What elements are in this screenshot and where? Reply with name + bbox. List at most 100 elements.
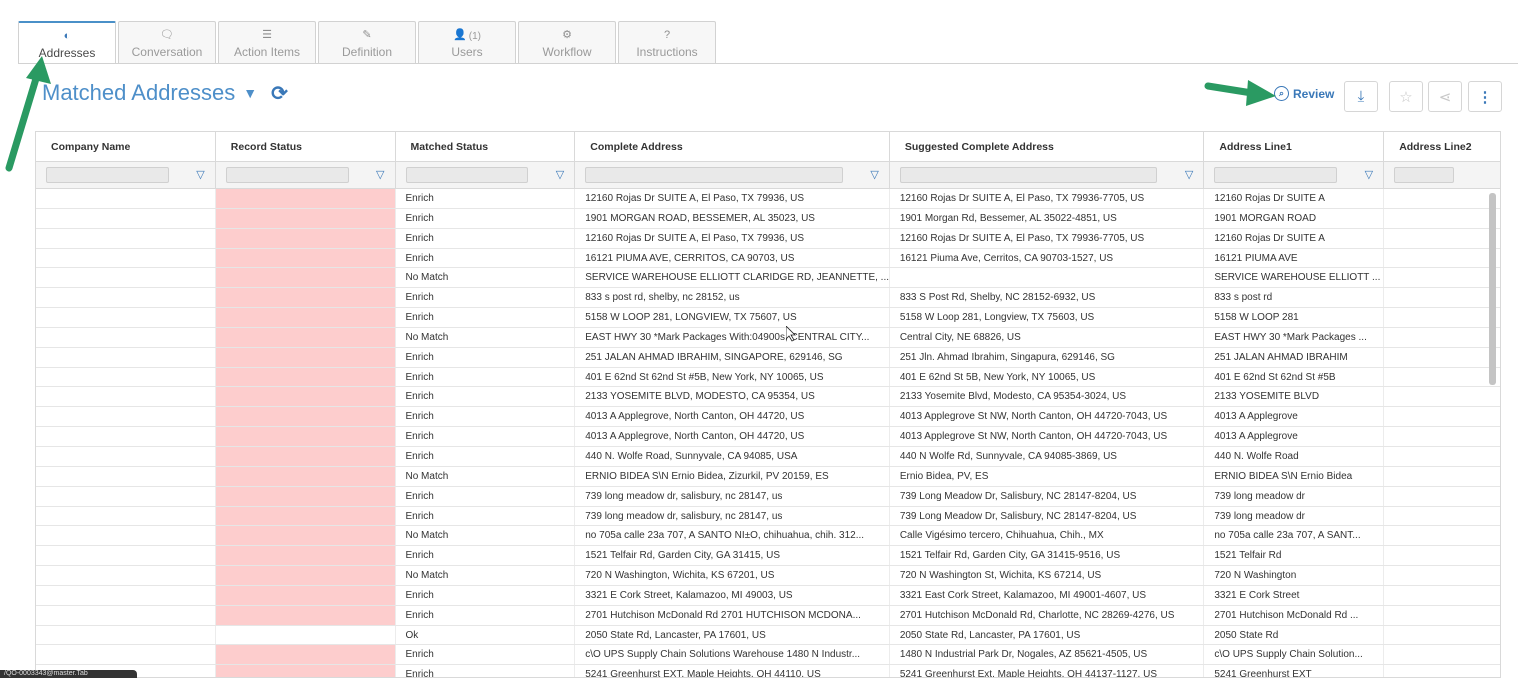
- column-header-address-line2[interactable]: Address Line2: [1384, 132, 1500, 161]
- table-row[interactable]: Enrich 401 E 62nd St 62nd St #5B, New Yor…: [36, 367, 1500, 388]
- cell-complete-address: 3321 E Cork Street, Kalamazoo, MI 49003,…: [575, 585, 890, 605]
- table-row[interactable]: Enrich 251 JALAN AHMAD IBRAHIM, SINGAPORE…: [36, 347, 1500, 368]
- table-row[interactable]: Enrich 1901 MORGAN ROAD, BESSEMER, AL 350…: [36, 208, 1500, 229]
- eye-icon: ◐: [63, 30, 71, 42]
- tab-instructions[interactable]: ? Instructions: [618, 21, 716, 63]
- cell-complete-address: 2050 State Rd, Lancaster, PA 17601, US: [575, 625, 890, 645]
- table-row[interactable]: Enrich 12160 Rojas Dr SUITE A, El Paso, T…: [36, 228, 1500, 249]
- cell-matched-status: Enrich: [396, 645, 576, 665]
- filter-icon[interactable]: ▽: [1185, 168, 1193, 181]
- cell-address-line1: 2701 Hutchison McDonald Rd ...: [1204, 605, 1385, 625]
- share-button[interactable]: ⋖: [1428, 81, 1462, 112]
- table-row[interactable]: Enrich 4013 A Applegrove, North Canton, O…: [36, 407, 1500, 428]
- column-header-complete-address[interactable]: Complete Address: [575, 132, 890, 161]
- table-row[interactable]: Enrich 2701 Hutchison McDonald Rd 2701 HU…: [36, 605, 1500, 626]
- cell-complete-address: 12160 Rojas Dr SUITE A, El Paso, TX 7993…: [575, 189, 890, 208]
- filter-input[interactable]: [899, 167, 1158, 183]
- filter-input[interactable]: [405, 167, 529, 183]
- tab-action-items[interactable]: ☰ Action Items: [218, 21, 316, 63]
- cell-address-line2: [1384, 507, 1500, 526]
- cell-matched-status: Enrich: [396, 288, 576, 308]
- cell-company-name: [36, 407, 216, 427]
- cell-record-status: [215, 308, 396, 327]
- filter-input[interactable]: [225, 167, 349, 183]
- more-options-button[interactable]: ⋮: [1468, 81, 1502, 112]
- table-row[interactable]: No Match no 705a calle 23a 707, A SANTO N…: [36, 526, 1500, 547]
- favorite-button[interactable]: ☆: [1389, 81, 1423, 112]
- column-filter: ▽: [890, 162, 1205, 188]
- table-row[interactable]: Ok 2050 State Rd, Lancaster, PA 17601, US…: [36, 625, 1500, 646]
- cell-company-name: [36, 347, 216, 367]
- column-header-suggested-complete-address[interactable]: Suggested Complete Address: [890, 132, 1205, 161]
- table-row[interactable]: Enrich 5158 W LOOP 281, LONGVIEW, TX 7560…: [36, 308, 1500, 328]
- filter-icon[interactable]: ▽: [870, 168, 878, 181]
- table-row[interactable]: Enrich 5241 Greenhurst EXT, Maple Heights…: [36, 665, 1500, 677]
- table-row[interactable]: Enrich 12160 Rojas Dr SUITE A, El Paso, T…: [36, 189, 1500, 209]
- cell-record-status: [215, 585, 396, 605]
- table-row[interactable]: Enrich 3321 E Cork Street, Kalamazoo, MI …: [36, 585, 1500, 606]
- table-row[interactable]: Enrich 440 N. Wolfe Road, Sunnyvale, CA 9…: [36, 446, 1500, 467]
- cell-matched-status: Enrich: [396, 546, 576, 566]
- review-button[interactable]: ⌕ Review: [1274, 86, 1334, 101]
- table-row[interactable]: Enrich 833 s post rd, shelby, nc 28152, u…: [36, 288, 1500, 309]
- cell-matched-status: Enrich: [396, 347, 576, 367]
- cell-matched-status: Enrich: [396, 367, 576, 387]
- cell-suggested-address: 2701 Hutchison McDonald Rd, Charlotte, N…: [890, 605, 1205, 625]
- cell-complete-address: SERVICE WAREHOUSE ELLIOTT CLARIDGE RD, J…: [575, 268, 890, 288]
- cell-company-name: [36, 208, 216, 228]
- cell-company-name: [36, 605, 216, 625]
- cell-address-line1: 720 N Washington: [1204, 566, 1385, 585]
- tab-users[interactable]: 👤 (1) Users: [418, 21, 516, 63]
- table-row[interactable]: Enrich 739 long meadow dr, salisbury, nc …: [36, 486, 1500, 507]
- cell-matched-status: Enrich: [396, 228, 576, 248]
- table-row[interactable]: Enrich 1521 Telfair Rd, Garden City, GA 3…: [36, 546, 1500, 567]
- tab-icon-group: 👤 (1): [453, 30, 481, 42]
- cell-suggested-address: [890, 268, 1205, 288]
- cell-matched-status: Enrich: [396, 407, 576, 427]
- cell-complete-address: 833 s post rd, shelby, nc 28152, us: [575, 288, 890, 308]
- grid-scrollbar[interactable]: [1489, 193, 1496, 385]
- cell-suggested-address: 16121 Piuma Ave, Cerritos, CA 90703-1527…: [890, 248, 1205, 268]
- green-arrow-annotation-right: [1204, 80, 1276, 106]
- filter-input[interactable]: [1214, 167, 1338, 183]
- column-header-address-line1[interactable]: Address Line1: [1204, 132, 1385, 161]
- filter-input[interactable]: [1394, 167, 1454, 183]
- filter-icon[interactable]: ▽: [376, 168, 384, 181]
- table-row[interactable]: Enrich 2133 YOSEMITE BLVD, MODESTO, CA 95…: [36, 387, 1500, 408]
- tab-conversation[interactable]: 🗨 Conversation: [118, 21, 216, 63]
- table-row[interactable]: Enrich 4013 A Applegrove, North Canton, O…: [36, 427, 1500, 447]
- table-row[interactable]: No Match EAST HWY 30 *Mark Packages With:…: [36, 327, 1500, 348]
- filter-icon[interactable]: ▽: [1365, 168, 1373, 181]
- column-header-matched-status[interactable]: Matched Status: [396, 132, 576, 161]
- filter-icon[interactable]: ▽: [196, 168, 204, 181]
- filter-input[interactable]: [46, 167, 169, 183]
- table-row[interactable]: No Match 720 N Washington, Wichita, KS 67…: [36, 566, 1500, 586]
- chevron-down-icon[interactable]: ▼: [243, 85, 257, 101]
- table-row[interactable]: Enrich 739 long meadow dr, salisbury, nc …: [36, 506, 1500, 527]
- cell-suggested-address: 720 N Washington St, Wichita, KS 67214, …: [890, 566, 1205, 585]
- cell-address-line1: 1901 MORGAN ROAD: [1204, 208, 1385, 228]
- page-title-dropdown[interactable]: Matched Addresses ▼ ⟳: [42, 80, 288, 106]
- refresh-icon[interactable]: ⟳: [271, 81, 288, 106]
- filter-input[interactable]: [585, 167, 843, 183]
- column-header-company-name[interactable]: Company Name: [36, 132, 216, 161]
- table-row[interactable]: No Match ERNIO BIDEA S\N Ernio Bidea, Ziz…: [36, 466, 1500, 487]
- review-label: Review: [1293, 86, 1335, 101]
- column-filter: ▽: [216, 162, 396, 188]
- download-button[interactable]: ⤓: [1344, 81, 1378, 112]
- share-icon: ⋖: [1438, 88, 1452, 106]
- cell-company-name: [36, 228, 216, 248]
- cell-record-status: [215, 367, 396, 387]
- cell-company-name: [36, 308, 216, 327]
- tab-definition[interactable]: ✎ Definition: [318, 21, 416, 63]
- tab-workflow[interactable]: ⚙ Workflow: [518, 21, 616, 63]
- table-row[interactable]: Enrich c\O UPS Supply Chain Solutions War…: [36, 645, 1500, 666]
- cell-record-status: [215, 446, 396, 466]
- table-row[interactable]: No Match SERVICE WAREHOUSE ELLIOTT CLARID…: [36, 268, 1500, 289]
- cell-address-line1: 3321 E Cork Street: [1204, 585, 1385, 605]
- table-row[interactable]: Enrich 16121 PIUMA AVE, CERRITOS, CA 9070…: [36, 248, 1500, 269]
- column-header-record-status[interactable]: Record Status: [216, 132, 396, 161]
- list-icon: ☰: [262, 29, 272, 41]
- filter-icon[interactable]: ▽: [556, 168, 564, 181]
- cell-record-status: [215, 546, 396, 566]
